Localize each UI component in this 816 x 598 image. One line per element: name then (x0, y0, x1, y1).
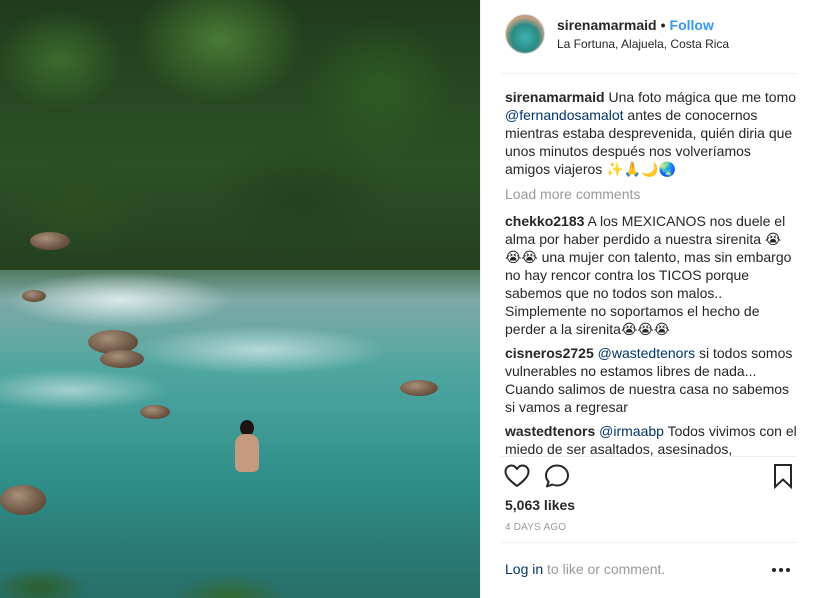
photo-ferns (0, 528, 480, 598)
login-prompt-text: to like or comment. (547, 561, 666, 577)
photo-rock (400, 380, 438, 396)
comment-icon[interactable] (543, 462, 571, 490)
avatar[interactable] (505, 14, 545, 54)
comment-username[interactable]: chekko2183 (505, 213, 584, 229)
comment-text: A los MEXICANOS nos duele el alma por ha… (505, 213, 792, 337)
post-header: sirenamarmaid • Follow La Fortuna, Alajuel… (481, 0, 816, 74)
photo-rock (140, 405, 170, 419)
comment-item: chekko2183 A los MEXICANOS nos duele el … (505, 212, 797, 338)
photo-rock (100, 350, 144, 368)
bookmark-icon[interactable] (769, 462, 797, 490)
comments-section: sirenamarmaid Una foto mágica que me tom… (505, 88, 797, 456)
header-user-row: sirenamarmaid • Follow (557, 16, 729, 34)
header-text: sirenamarmaid • Follow La Fortuna, Alajuel… (557, 16, 729, 52)
comment-item: cisneros2725 @wastedtenors si todos somo… (505, 344, 797, 416)
instagram-post: sirenamarmaid • Follow La Fortuna, Alajuel… (0, 0, 816, 598)
likes-count[interactable]: 5,063 likes (505, 497, 575, 513)
comment-username[interactable]: cisneros2725 (505, 345, 594, 361)
post-photo[interactable] (0, 0, 480, 598)
comment-username[interactable]: wastedtenors (505, 423, 595, 439)
login-link[interactable]: Log in (505, 561, 543, 577)
header-separator: • (660, 17, 666, 33)
post-sidebar: sirenamarmaid • Follow La Fortuna, Alajuel… (480, 0, 816, 598)
header-divider (501, 73, 797, 74)
photo-person (232, 420, 260, 474)
comment-item: wastedtenors @irmaabp Todos vivimos con … (505, 422, 797, 456)
photo-rock (22, 290, 46, 302)
photo-rock (0, 485, 46, 515)
heart-icon[interactable] (503, 462, 531, 490)
header-username[interactable]: sirenamarmaid (557, 17, 657, 33)
post-timestamp[interactable]: 4 DAYS AGO (505, 522, 566, 533)
login-divider (501, 542, 796, 543)
comment-mention[interactable]: @wastedtenors (598, 345, 695, 361)
photo-rock (30, 232, 70, 250)
caption: sirenamarmaid Una foto mágica que me tom… (505, 88, 797, 178)
photo-rapids (0, 240, 480, 440)
caption-text-before: Una foto mágica que me tomo (608, 89, 797, 105)
caption-mention[interactable]: @fernandosamalot (505, 107, 624, 123)
more-options-icon[interactable] (772, 568, 790, 572)
location-link[interactable]: La Fortuna, Alajuela, Costa Rica (557, 36, 729, 52)
caption-username[interactable]: sirenamarmaid (505, 89, 605, 105)
actions-divider (501, 456, 796, 457)
load-more-comments-button[interactable]: Load more comments (505, 185, 797, 203)
photo-forest (0, 0, 480, 270)
login-prompt: Log in to like or comment. (505, 561, 665, 577)
comment-mention[interactable]: @irmaabp (599, 423, 664, 439)
follow-button[interactable]: Follow (670, 17, 714, 33)
action-bar (501, 462, 797, 490)
